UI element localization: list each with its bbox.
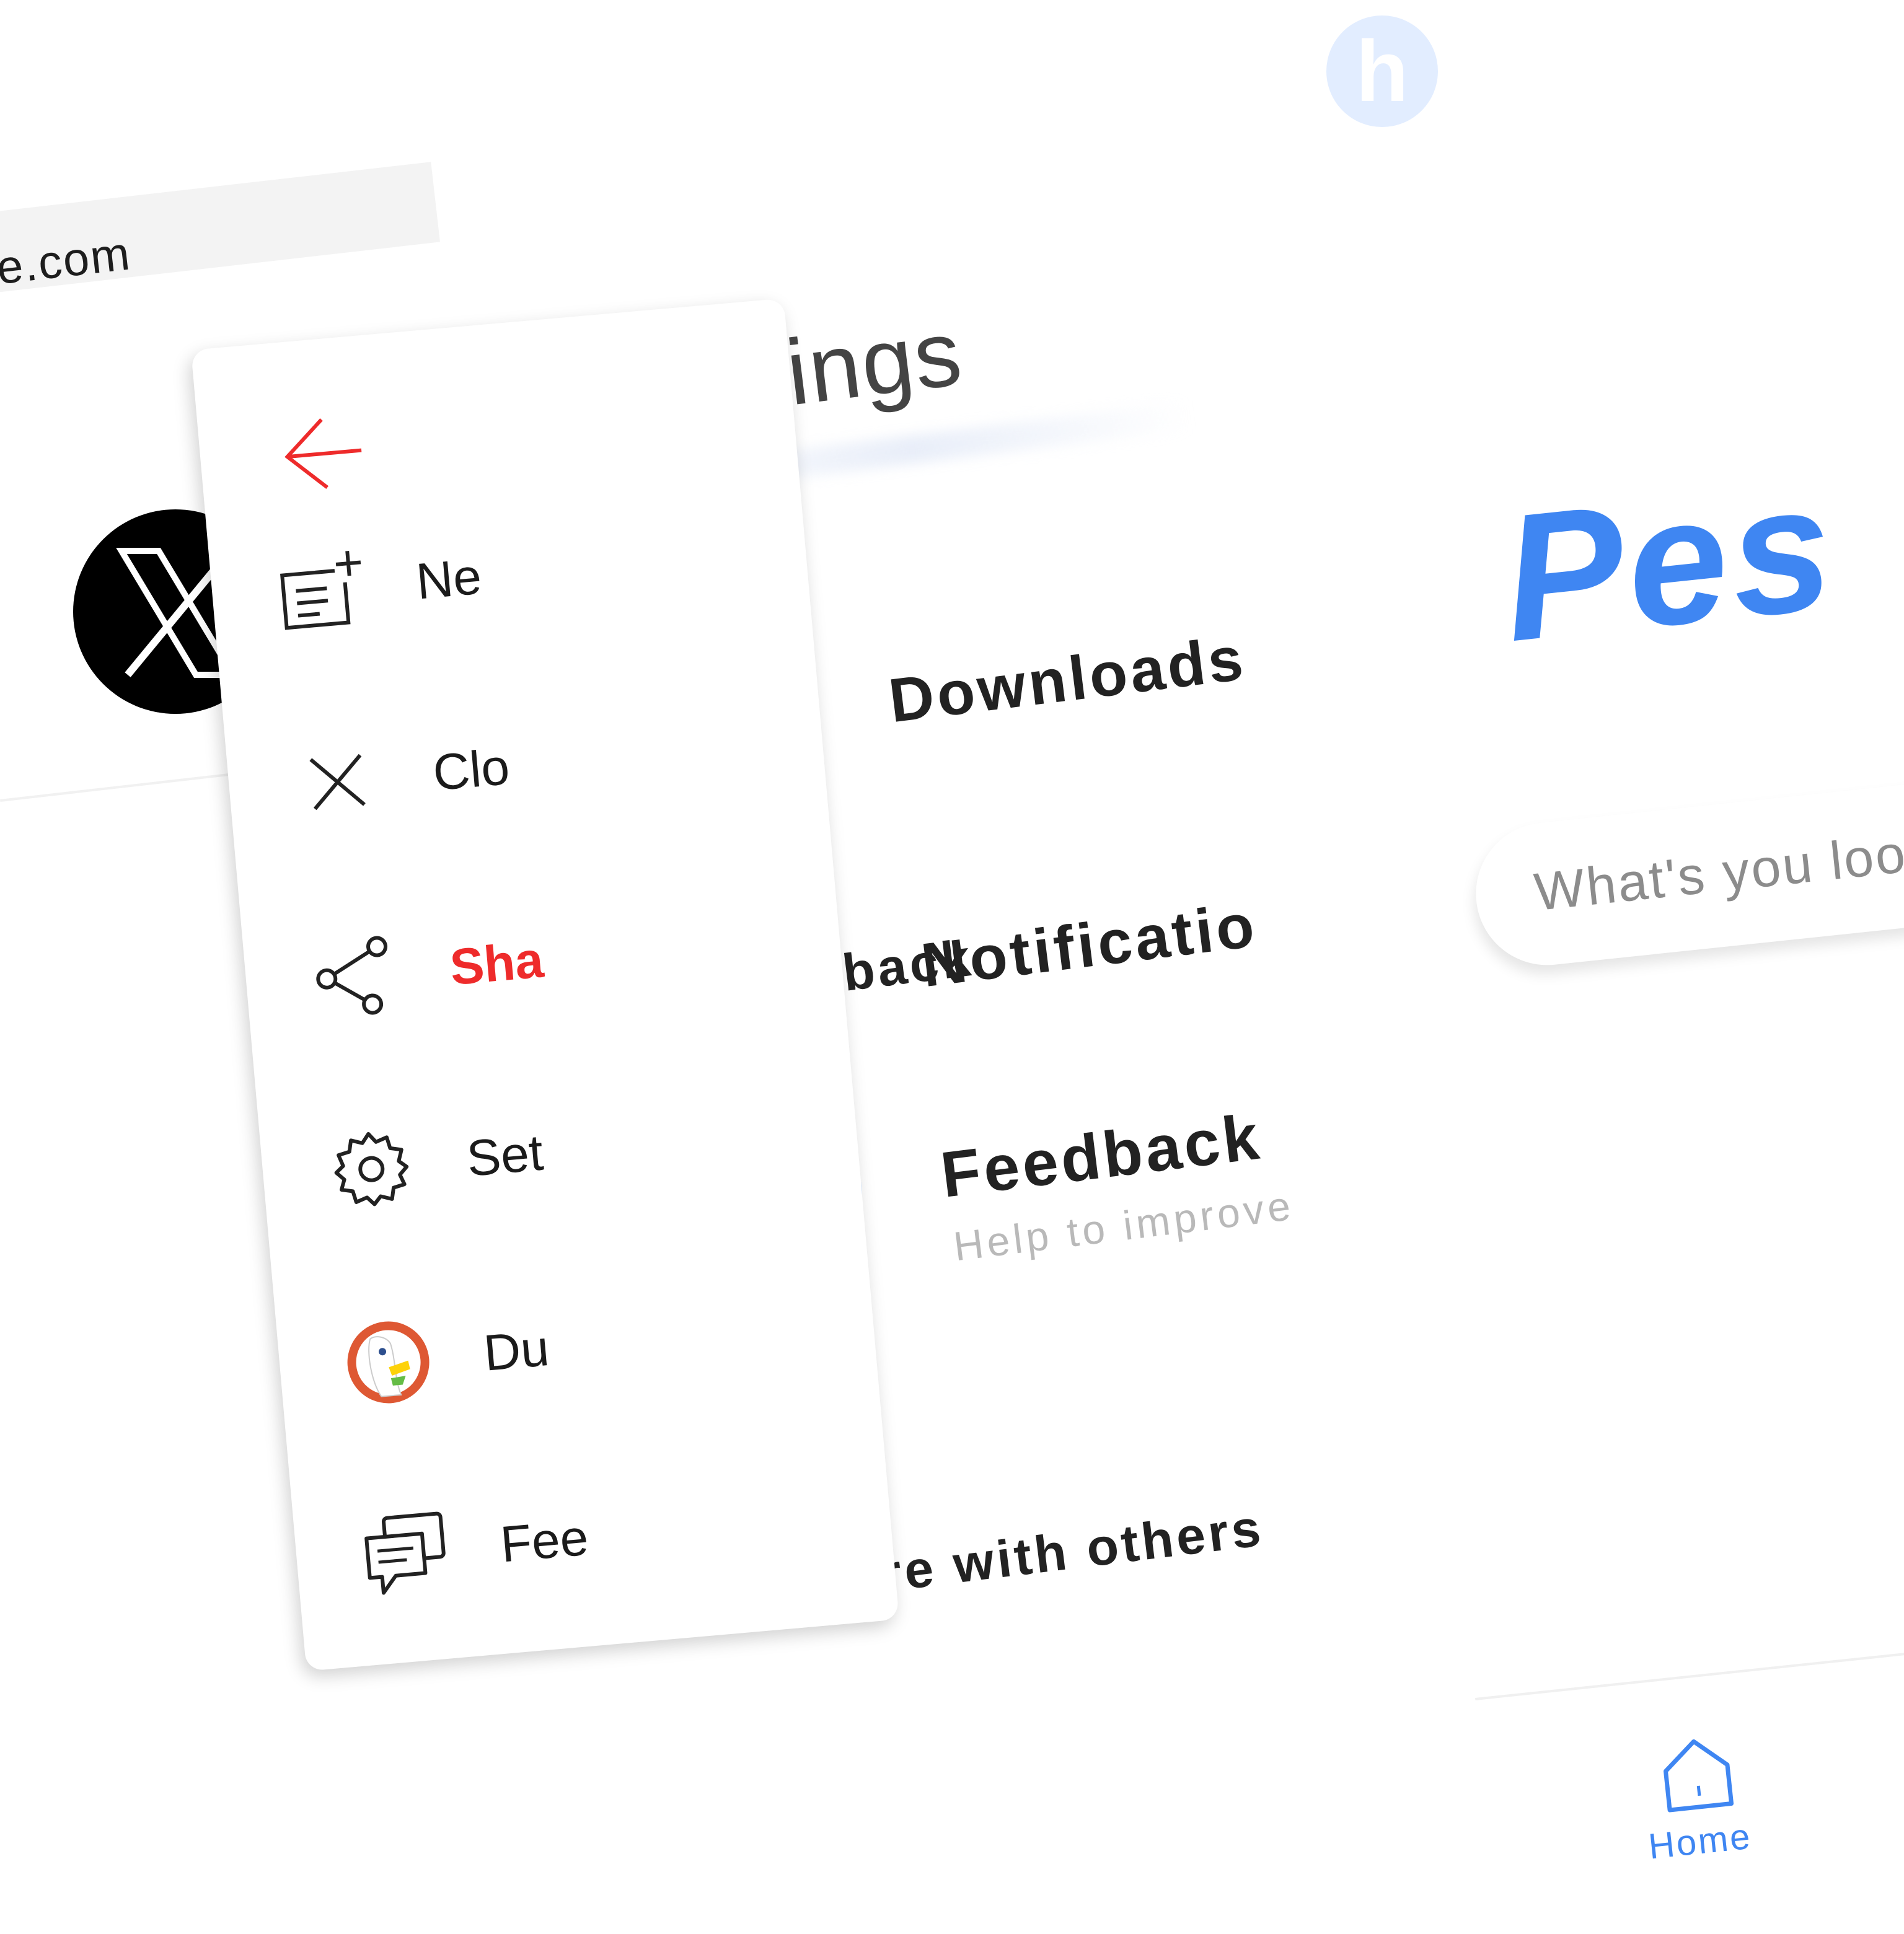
new-tab-icon <box>270 540 371 641</box>
share-icon <box>304 926 405 1027</box>
gear-icon <box>321 1117 422 1218</box>
menu-item-label: Du <box>481 1319 552 1382</box>
menu-item-label: Sha <box>447 931 546 996</box>
arrow-left-icon <box>284 418 362 490</box>
feedback-icon <box>355 1503 456 1604</box>
menu-item-new-tab[interactable]: Ne <box>270 530 485 641</box>
menu-item-settings[interactable]: Set <box>321 1107 547 1218</box>
downloads-label: Downloads <box>885 623 1250 736</box>
menu-item-label: Set <box>464 1124 546 1187</box>
menu-item-label: Ne <box>414 548 484 610</box>
menu-item-label: Fee <box>498 1509 591 1573</box>
close-icon <box>287 732 388 833</box>
home-label: Home <box>1646 1816 1754 1867</box>
back-button[interactable] <box>278 410 371 501</box>
brand-logo: Pes <box>1494 445 1844 680</box>
duckduckgo-icon <box>338 1312 439 1413</box>
overflow-menu: Ne Clo Sha Set Du Fee <box>191 298 899 1671</box>
search-placeholder: What's you look <box>1532 820 1904 923</box>
avatar[interactable]: h <box>1326 15 1438 127</box>
menu-item-feedback[interactable]: Fee <box>355 1492 592 1604</box>
menu-item-label: Clo <box>431 738 512 802</box>
nav-home[interactable]: Home <box>1624 1714 1782 1883</box>
home-icon <box>1664 1739 1734 1813</box>
menu-item-duckduckgo[interactable]: Du <box>338 1302 553 1413</box>
menu-item-share[interactable]: Sha <box>304 913 547 1027</box>
menu-item-close[interactable]: Clo <box>287 721 513 832</box>
